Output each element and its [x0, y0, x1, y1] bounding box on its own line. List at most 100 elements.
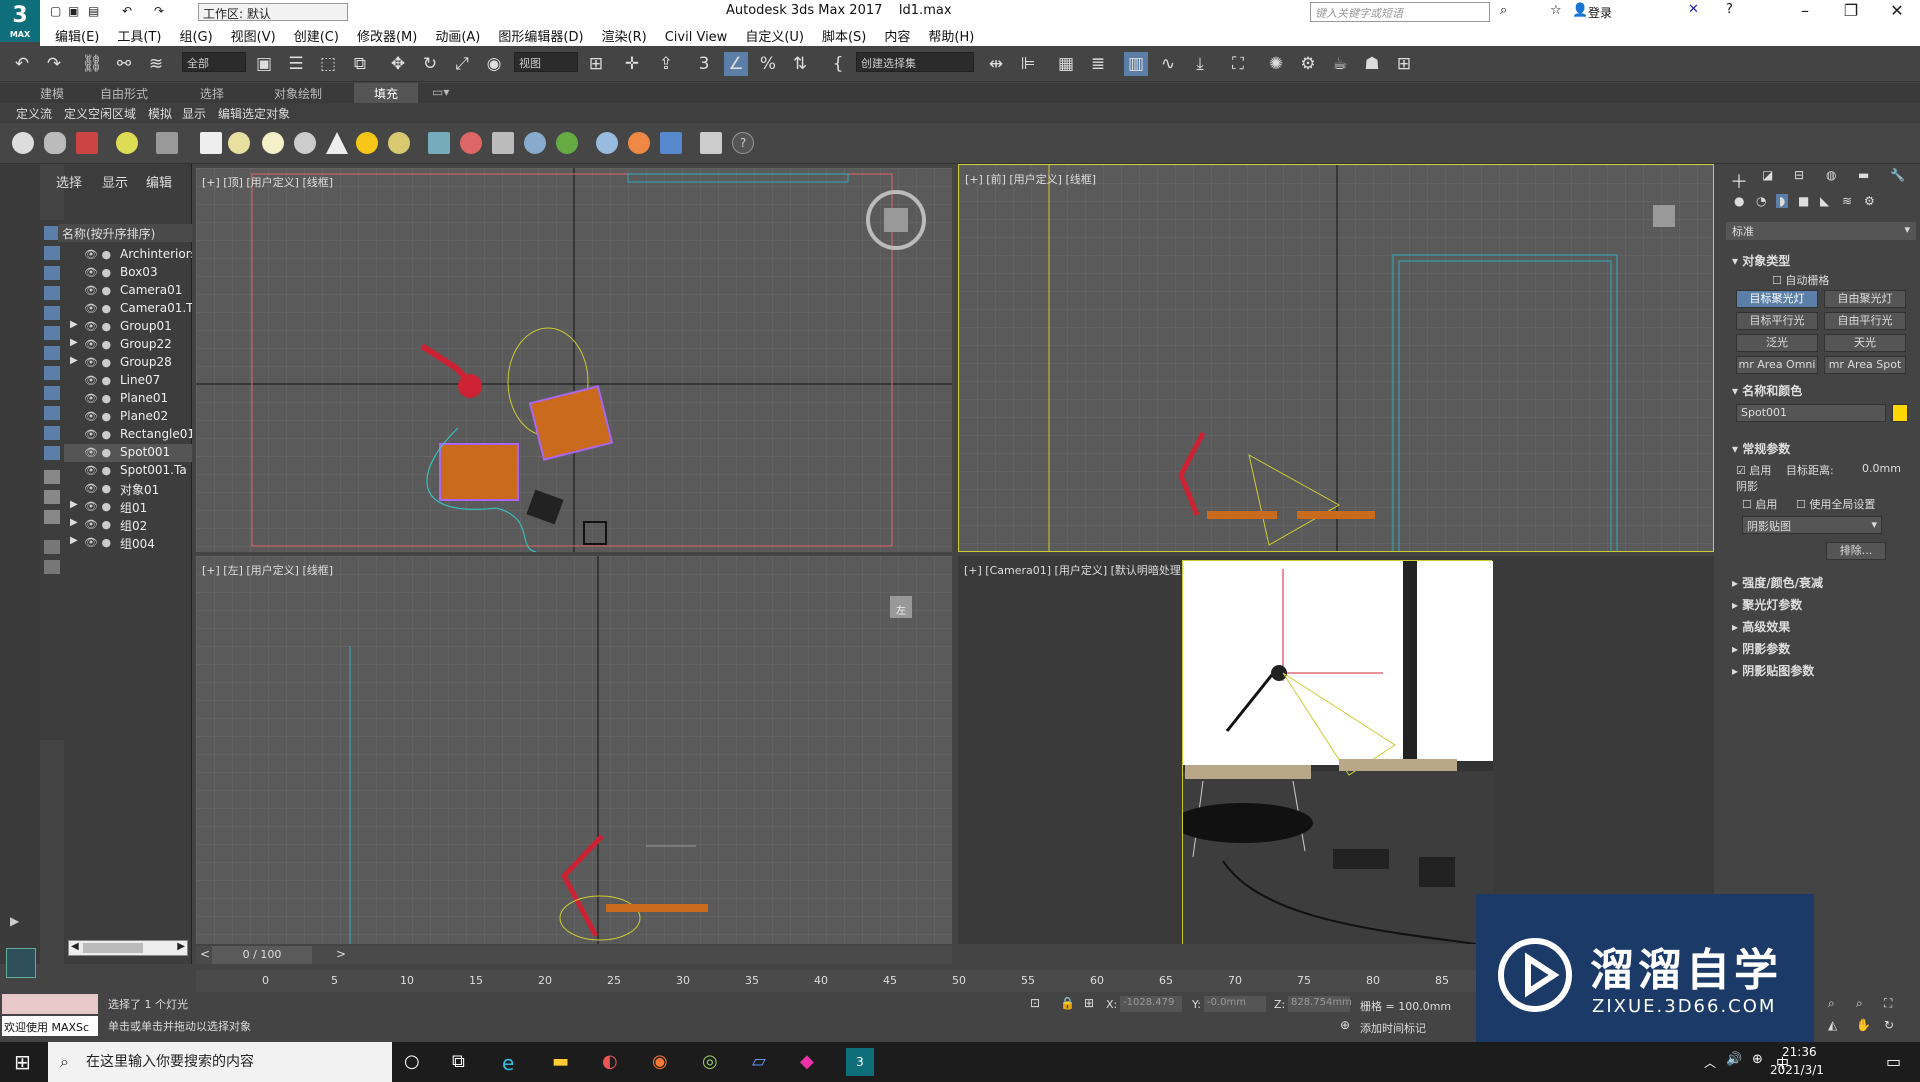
shadow-params-rollout[interactable]: ▸ 阴影参数 [1732, 640, 1790, 657]
spotlight-params-rollout[interactable]: ▸ 聚光灯参数 [1732, 596, 1802, 613]
mr-area-spot-button[interactable]: mr Area Spot [1824, 356, 1906, 374]
tab-object-paint[interactable]: 对象绘制 [274, 85, 322, 102]
filter-helpers-icon[interactable] [44, 306, 60, 320]
hemisphere-icon[interactable] [228, 132, 250, 154]
list-item[interactable]: ▶ 👁 ● Group28 [64, 354, 192, 372]
cloud-icon[interactable] [44, 132, 66, 154]
filter-cameras-icon[interactable] [44, 286, 60, 300]
visibility-eye-icon[interactable]: 👁 ● [84, 374, 111, 387]
rotate-icon[interactable]: ↻ [418, 52, 442, 76]
edit-named-sel-icon[interactable]: { [826, 52, 850, 76]
list-item[interactable]: ▶ 👁 ● 组004 [64, 534, 192, 552]
clock-date[interactable]: 2021/3/1 [1770, 1063, 1824, 1077]
pan-icon[interactable]: ✋ [1856, 1018, 1871, 1032]
name-color-rollout[interactable]: ▾ 名称和颜色 [1732, 382, 1802, 399]
menu-edit[interactable]: 编辑(E) [46, 24, 108, 47]
schematic-view-icon[interactable]: ⛶ [1226, 52, 1250, 76]
target-spot-button[interactable]: 目标聚光灯 [1736, 290, 1818, 308]
funnel-icon[interactable] [44, 540, 60, 554]
orbit-icon[interactable]: ↻ [1884, 1018, 1894, 1032]
motion-tab-icon[interactable]: ◍ [1826, 168, 1836, 182]
utilities-tab-icon[interactable]: 🔧 [1890, 168, 1905, 182]
y-coord-field[interactable]: -0.0mm [1204, 996, 1266, 1012]
rendered-frame-icon[interactable]: ☕ [1328, 52, 1352, 76]
define-flows-button[interactable]: 定义流 [16, 105, 52, 122]
binoculars-icon[interactable]: ⌕ [1500, 3, 1507, 18]
filter-bones-icon[interactable] [44, 386, 60, 400]
restore-button[interactable]: ❐ [1828, 0, 1874, 24]
cortana-icon[interactable]: ○ [404, 1051, 420, 1072]
display-invert-icon[interactable] [44, 510, 60, 524]
spinner-snap-icon[interactable]: ⇅ [788, 52, 812, 76]
list-item[interactable]: 👁 ● Camera01.T [64, 300, 192, 318]
clock-time[interactable]: 21:36 [1782, 1045, 1817, 1059]
time-slider[interactable]: < 0 / 100 > [196, 946, 952, 964]
explorer-tab-edit[interactable]: 编辑 [146, 172, 172, 191]
tab-modeling[interactable]: 建模 [40, 85, 64, 102]
list-item[interactable]: 👁 ● Spot001 [64, 444, 192, 462]
file-explorer-icon[interactable]: ▬ [552, 1051, 569, 1072]
menu-view[interactable]: 视图(V) [222, 24, 285, 47]
scale-icon[interactable]: ⤢ [450, 52, 474, 76]
helper-icon[interactable] [460, 132, 482, 154]
free-direct-button[interactable]: 自由平行光 [1824, 312, 1906, 330]
pivot-icon[interactable]: ⊞ [584, 52, 608, 76]
viewcube-label[interactable]: 左 [896, 602, 906, 617]
align-icon[interactable]: ⊫ [1016, 52, 1040, 76]
list-item[interactable]: 👁 ● Camera01 [64, 282, 192, 300]
menu-civil-view[interactable]: Civil View [656, 28, 737, 47]
dope-sheet-icon[interactable]: ⤓ [1188, 52, 1212, 76]
percent-snap-icon[interactable]: % [756, 52, 780, 76]
expand-arrow-icon[interactable]: ▶ [70, 499, 78, 510]
image-icon[interactable] [76, 132, 98, 154]
display-none-icon[interactable] [44, 490, 60, 504]
filter-xrefs-icon[interactable] [44, 366, 60, 380]
maxscript-mini-listener[interactable]: 欢迎使用 MAXSc [2, 1016, 98, 1036]
filter-groups-icon[interactable] [44, 346, 60, 360]
cameras-icon[interactable]: ■ [1798, 194, 1809, 208]
visibility-eye-icon[interactable]: 👁 ● [84, 302, 111, 315]
render-iterative-icon[interactable]: ⊞ [1392, 52, 1416, 76]
mr-area-omni-button[interactable]: mr Area Omni [1736, 356, 1818, 374]
z-coord-field[interactable]: 828.754mm [1288, 996, 1352, 1012]
expand-arrow-icon[interactable]: ▶ [70, 337, 78, 348]
list-item[interactable]: ▶ 👁 ● Group01 [64, 318, 192, 336]
3dsmax-taskbar-icon[interactable]: 3 [846, 1048, 874, 1076]
menu-group[interactable]: 组(G) [170, 24, 221, 47]
find-icon[interactable] [44, 560, 60, 574]
volume-icon[interactable]: 🔊 [1726, 1052, 1742, 1067]
omni-button[interactable]: 泛光 [1736, 334, 1818, 352]
move-icon[interactable]: ✥ [386, 52, 410, 76]
next-frame-icon[interactable]: > [336, 947, 346, 961]
user-icon[interactable]: 👤 [1572, 3, 1588, 18]
visibility-eye-icon[interactable]: 👁 ● [84, 482, 111, 495]
use-global-checkbox[interactable]: ☐ 使用全局设置 [1796, 496, 1875, 512]
tab-populate[interactable]: 填充 [354, 83, 419, 104]
filter-spacewarps-icon[interactable] [44, 326, 60, 340]
visibility-eye-icon[interactable]: 👁 ● [84, 464, 111, 477]
helpers-icon[interactable]: ◣ [1820, 194, 1829, 208]
keyboard-shortcut-icon[interactable]: ⇪ [654, 52, 678, 76]
visibility-eye-icon[interactable]: 👁 ● [84, 356, 111, 369]
globe-icon[interactable] [596, 132, 618, 154]
angle-snap-icon[interactable]: ∠ [724, 52, 748, 76]
create-tab-icon[interactable]: ＋ [1730, 168, 1748, 194]
geometry-icon[interactable]: ● [1734, 194, 1744, 208]
scene-explorer-toggle-icon[interactable]: ▥ [1124, 52, 1148, 76]
selection-filter-dropdown[interactable]: 全部 [182, 52, 246, 72]
expand-arrow-icon[interactable]: ▶ [70, 355, 78, 366]
light-type-dropdown[interactable]: 标准 ▾ [1726, 222, 1916, 240]
visibility-eye-icon[interactable]: 👁 ● [84, 500, 111, 513]
object-name-field[interactable]: Spot001 [1736, 404, 1886, 422]
modify-tab-icon[interactable]: ◪ [1762, 168, 1773, 182]
app-icon-3[interactable]: ▱ [752, 1051, 766, 1072]
expand-arrow-icon[interactable]: ▶ [70, 319, 78, 330]
app-logo[interactable]: 3 MAX [0, 0, 40, 42]
light-enable-checkbox[interactable]: ☑ 启用 [1736, 462, 1771, 478]
list-item[interactable]: ▶ 👁 ● Group22 [64, 336, 192, 354]
expand-arrow-icon[interactable]: ▶ [70, 535, 78, 546]
app-icon-2[interactable]: ◎ [702, 1051, 718, 1072]
list-item[interactable]: 👁 ● Line07 [64, 372, 192, 390]
simulate-button[interactable]: 模拟 [148, 105, 172, 122]
explorer-options-icon[interactable] [700, 132, 722, 154]
